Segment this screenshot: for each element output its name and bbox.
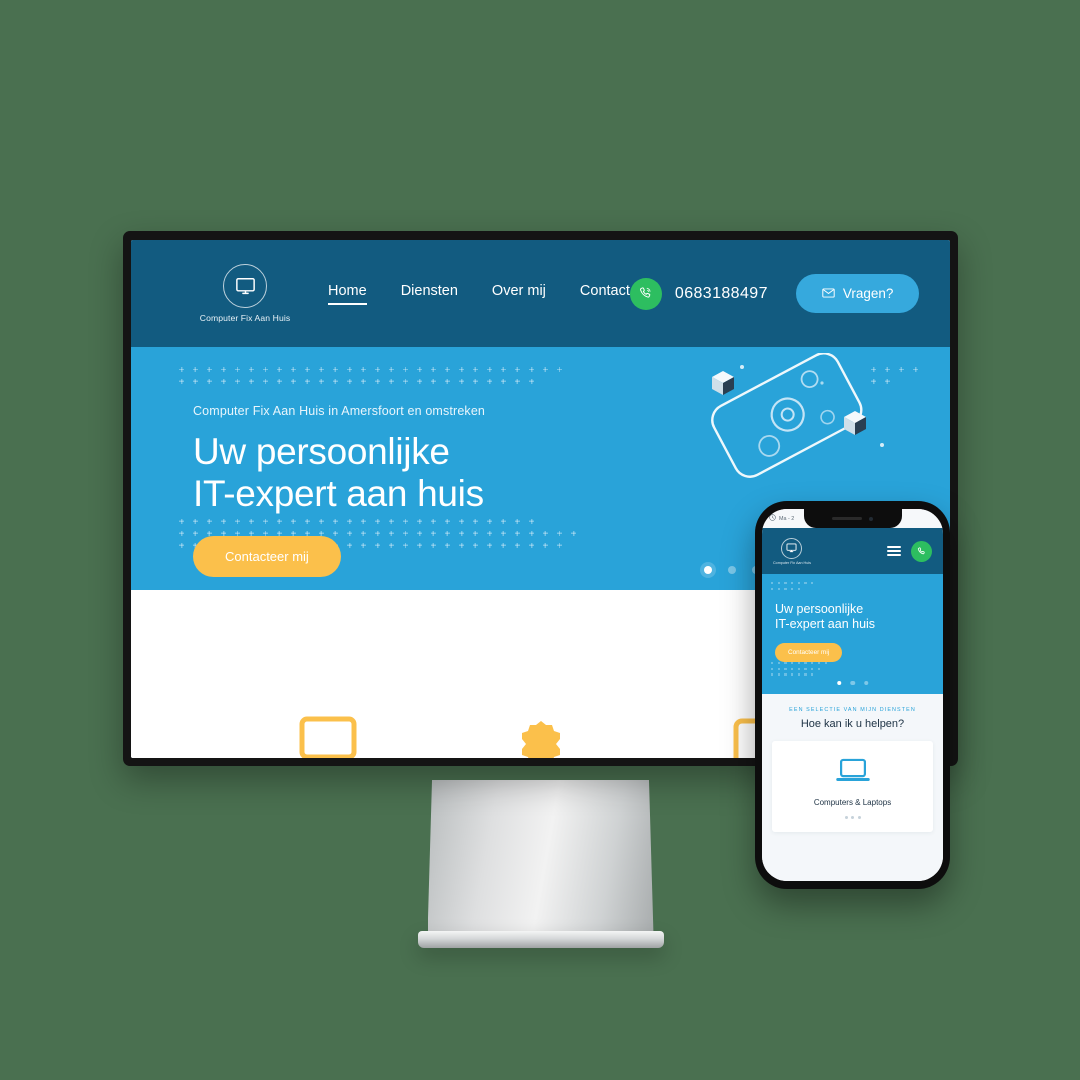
header-phone-number: 0683188497 [674, 284, 768, 302]
phone-decorative-dots-bottom [771, 662, 827, 679]
phone-brand-logo[interactable]: Computer Fix Aan Huis [773, 537, 811, 565]
clock-icon [769, 514, 776, 523]
vragen-button-label: Vragen? [842, 286, 894, 301]
hamburger-menu-icon[interactable] [887, 545, 901, 557]
hero-title-line-2: IT-expert aan huis [193, 473, 484, 514]
phone-notch [803, 509, 902, 528]
nav-item-over-mij[interactable]: Over mij [492, 283, 546, 305]
phone-hero-title: Uw persoonlijke IT-expert aan huis [775, 602, 943, 632]
phone-brand-name: Computer Fix Aan Huis [773, 560, 811, 565]
phone-hero-title-line-1: Uw persoonlijke [775, 602, 864, 616]
phone-service-dot-1[interactable] [844, 816, 848, 819]
phone-services-section: EEN SELECTIE VAN MIJN DIENSTEN Hoe kan i… [762, 694, 943, 881]
phone-header-actions [887, 540, 932, 562]
phone-services-title: Hoe kan ik u helpen? [800, 718, 905, 730]
phone-statusbar-text: Ma - 2 [779, 515, 795, 522]
phone-site-header: Computer Fix Aan Huis [762, 528, 943, 574]
whatsapp-phone-icon[interactable] [911, 540, 932, 562]
vragen-button[interactable]: Vragen? [795, 274, 920, 313]
carousel-dot-1[interactable] [704, 566, 712, 574]
monitor-outline-icon[interactable] [296, 715, 360, 758]
brand-logo[interactable]: Computer Fix Aan Huis [193, 264, 297, 323]
envelope-icon [822, 286, 835, 301]
phone-carousel-dot-2[interactable] [850, 680, 855, 685]
hero-title-line-1: Uw persoonlijke [193, 431, 450, 472]
monitor-icon [781, 537, 803, 559]
phone-carousel-dot-1[interactable] [836, 680, 842, 685]
header-contact-group: 0683188497 Vragen? [629, 274, 920, 313]
phone-frame: Ma - 2 Computer Fix Aan Huis Uw persoonl… [755, 501, 950, 889]
phone-service-dot-2[interactable] [851, 816, 854, 819]
gear-icon[interactable] [509, 715, 573, 758]
hero-carousel-dots [704, 566, 760, 574]
monitor-stand-base [417, 931, 664, 948]
monitor-icon [223, 264, 267, 308]
whatsapp-phone-icon [629, 277, 662, 310]
nav-item-contact[interactable]: Contact [580, 283, 630, 305]
phone-carousel-dots [836, 680, 869, 685]
header-phone-link[interactable]: 0683188497 [629, 277, 768, 310]
contacteer-mij-button[interactable]: Contacteer mij [193, 536, 341, 577]
nav-item-home[interactable]: Home [328, 283, 367, 305]
phone-hero-title-line-2: IT-expert aan huis [775, 617, 876, 631]
site-header: Computer Fix Aan Huis Home Diensten Over… [131, 240, 950, 347]
monitor-stand-neck [427, 780, 654, 935]
phone-service-pagination-dots [772, 816, 933, 819]
phone-contacteer-mij-button[interactable]: Contacteer mij [775, 643, 843, 662]
phone-service-card[interactable]: Computers & Laptops [772, 741, 933, 832]
nav-item-diensten[interactable]: Diensten [401, 283, 458, 305]
laptop-icon [835, 758, 870, 788]
phone-service-dot-3[interactable] [857, 816, 861, 819]
phone-service-card-label: Computers & Laptops [813, 798, 892, 807]
brand-name: Computer Fix Aan Huis [199, 313, 291, 323]
phone-camera-icon [869, 516, 873, 521]
phone-screen: Ma - 2 Computer Fix Aan Huis Uw persoonl… [762, 509, 943, 881]
phone-speaker [832, 517, 862, 520]
mobile-phone-mockup: Ma - 2 Computer Fix Aan Huis Uw persoonl… [755, 501, 950, 889]
phone-decorative-dots-top [771, 582, 814, 593]
phone-carousel-dot-3[interactable] [863, 680, 869, 685]
phone-hero-section: Uw persoonlijke IT-expert aan huis Conta… [762, 574, 943, 694]
hero-eyebrow: Computer Fix Aan Huis in Amersfoort en o… [193, 404, 486, 418]
carousel-dot-2[interactable] [728, 566, 736, 574]
main-navigation: Home Diensten Over mij Contact [328, 283, 630, 305]
phone-services-eyebrow: EEN SELECTIE VAN MIJN DIENSTEN [789, 707, 916, 713]
